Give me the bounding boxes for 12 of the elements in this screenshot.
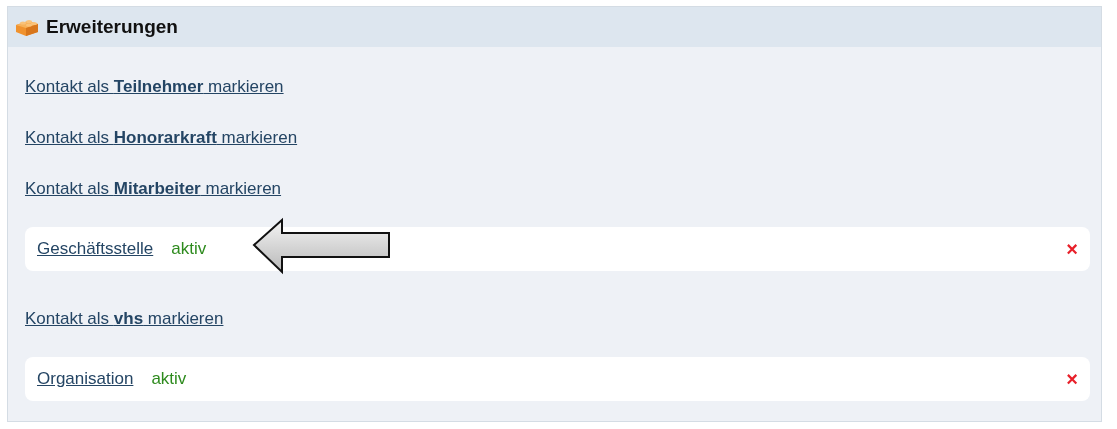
- mark-contact-link[interactable]: Kontakt als vhs markieren: [25, 309, 224, 329]
- panel-title: Erweiterungen: [46, 16, 178, 38]
- remove-button[interactable]: ×: [1066, 237, 1078, 261]
- extension-link[interactable]: Geschäftsstelle: [37, 239, 154, 259]
- mark-contact-link[interactable]: Kontakt als Mitarbeiter markieren: [25, 179, 282, 199]
- mark-contact-link[interactable]: Kontakt als Honorarkraft markieren: [25, 128, 298, 148]
- brick-icon: [14, 17, 40, 37]
- status-label: aktiv: [151, 369, 187, 389]
- status-label: aktiv: [171, 239, 207, 259]
- mark-contact-link[interactable]: Kontakt als Teilnehmer markieren: [25, 77, 284, 97]
- remove-button[interactable]: ×: [1066, 367, 1078, 391]
- extension-link[interactable]: Organisation: [37, 369, 134, 389]
